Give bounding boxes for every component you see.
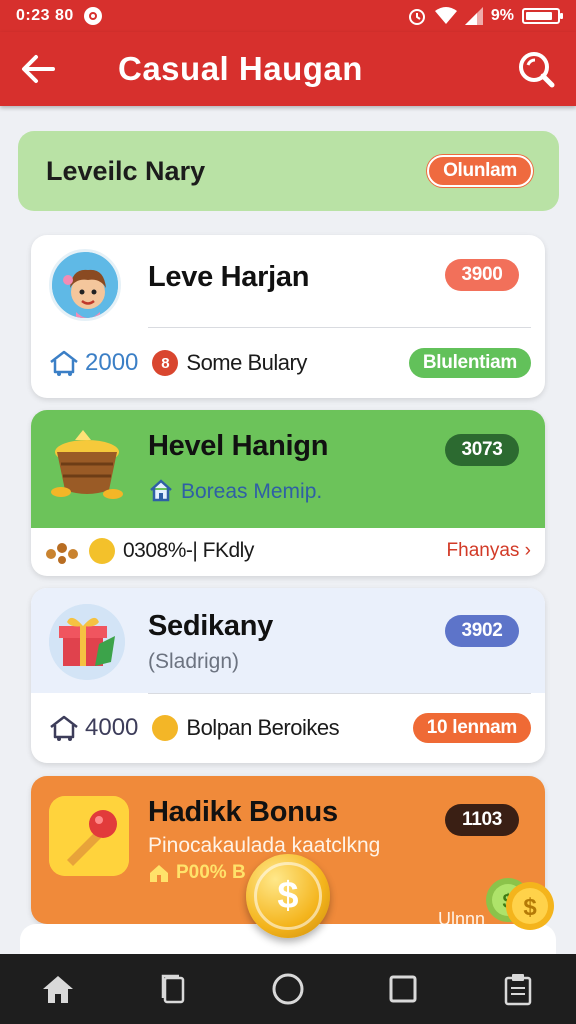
wifi-icon xyxy=(434,7,457,24)
treasure-basket-icon xyxy=(47,424,127,504)
action-link[interactable]: Fhanyas › xyxy=(447,540,531,562)
cart-icon xyxy=(50,715,78,741)
stat-value: 2000 xyxy=(85,349,139,376)
square-icon xyxy=(389,975,417,1003)
battery-icon xyxy=(522,8,563,24)
card-subtitle: Boreas Memip. xyxy=(181,480,323,503)
card-desc: Bolpan Beroikes xyxy=(186,715,340,740)
card-title: Sedikany xyxy=(148,610,273,642)
action-button[interactable]: 10 lennam xyxy=(412,713,531,743)
search-button[interactable] xyxy=(514,47,558,91)
banner-label: Leveilc Nary xyxy=(46,155,206,186)
score-badge: 3073 xyxy=(445,434,519,466)
nav-circle[interactable] xyxy=(260,961,316,1017)
card-footer-text: Ulnnn xyxy=(437,909,485,924)
arrow-left-icon xyxy=(22,55,55,83)
circle-home-icon xyxy=(272,973,304,1005)
notification-icon xyxy=(83,7,102,25)
home-icon xyxy=(43,976,73,1003)
divider xyxy=(148,327,531,328)
kid-avatar-icon xyxy=(49,249,121,321)
card-title: Hevel Hanign xyxy=(148,430,329,462)
card-footer: 0308%-| FKdly Fhanyas › xyxy=(31,534,545,568)
divider xyxy=(148,693,531,694)
document-icon xyxy=(161,974,185,1004)
action-button[interactable]: Blulentiam xyxy=(408,348,531,378)
cart-icon xyxy=(50,350,78,376)
level-banner[interactable]: Leveilc Nary Olunlam xyxy=(18,131,559,211)
coin-stack-icon[interactable]: $$ xyxy=(482,870,556,936)
list-item[interactable]: Hevel Hanign Boreas Memip. 3073 0308%-| … xyxy=(31,410,545,576)
status-time: 0:23 80 xyxy=(16,7,74,24)
list-item[interactable]: Leve Harjan 3900 2000 8 Some Bulary Blul… xyxy=(31,235,545,398)
promo-row: P00% B xyxy=(148,862,246,884)
microphone-icon xyxy=(49,796,129,876)
coin-icon xyxy=(152,715,179,741)
nav-square[interactable] xyxy=(375,961,431,1017)
signal-icon xyxy=(464,7,483,25)
back-button[interactable] xyxy=(18,49,58,89)
card-subtitle: Pinocakaulada kaatclkng xyxy=(148,834,381,857)
score-badge: 1103 xyxy=(445,804,519,836)
score-badge: 3902 xyxy=(445,615,519,647)
page-title: Casual Haugan xyxy=(118,50,363,87)
card-footer: 2000 8 Some Bulary Blulentiam xyxy=(31,343,545,383)
search-icon xyxy=(519,52,555,88)
clipboard-icon xyxy=(504,974,532,1006)
bottom-nav xyxy=(0,954,576,1024)
alarm-icon xyxy=(408,9,425,25)
promo-text: P00% B xyxy=(176,862,246,883)
coin-icon: 8 xyxy=(152,350,179,376)
card-subtitle: (Sladrign) xyxy=(148,650,240,673)
card-title: Leve Harjan xyxy=(148,261,310,293)
coin-icon xyxy=(89,538,115,564)
card-desc: Some Bulary xyxy=(186,350,307,375)
nav-clipboard[interactable] xyxy=(490,961,546,1017)
gift-box-icon xyxy=(49,604,125,680)
list-item[interactable]: Sedikany (Sladrign) 3902 4000 Bolpan Ber… xyxy=(31,588,545,763)
cookies-icon xyxy=(46,543,78,564)
nav-home[interactable] xyxy=(30,961,86,1017)
svg-text:$: $ xyxy=(523,894,537,921)
stat-value: 4000 xyxy=(85,714,139,741)
card-footer: 4000 Bolpan Beroikes 10 lennam xyxy=(31,708,545,748)
status-bar: 0:23 80 9% xyxy=(0,0,576,32)
home-icon xyxy=(150,865,168,882)
nav-recents[interactable] xyxy=(145,961,201,1017)
banner-pill[interactable]: Olunlam xyxy=(427,155,533,187)
battery-percent: 9% xyxy=(490,7,514,24)
dollar-coin-button[interactable]: $ xyxy=(246,854,330,938)
card-title: Hadikk Bonus xyxy=(148,796,338,828)
card-desc: 0308%-| FKdly xyxy=(123,539,254,562)
home-icon xyxy=(150,479,172,502)
app-header: Casual Haugan xyxy=(0,32,576,106)
score-badge: 3900 xyxy=(445,259,519,291)
